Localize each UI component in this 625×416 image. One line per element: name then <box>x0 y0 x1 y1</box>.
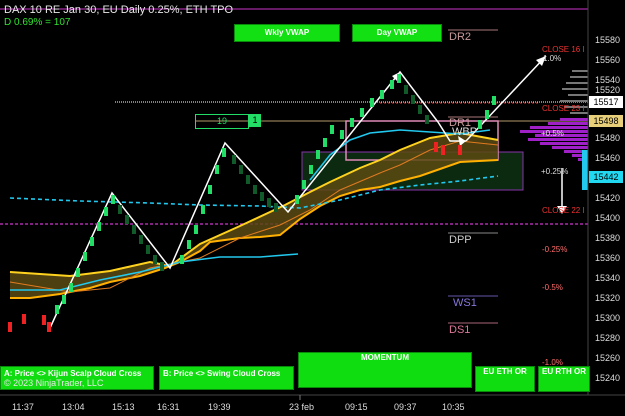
counter-side: 1 <box>249 114 261 127</box>
close22-label: CLOSE 22 I <box>542 206 585 215</box>
level-dr2: DR2 <box>449 31 472 43</box>
swing-cloud-cross-button[interactable]: B: Price <> Swing Cloud Cross <box>159 366 294 390</box>
level-wbp: WBP <box>452 126 478 138</box>
price-tick: 15420 <box>595 193 621 203</box>
price-tick: 15360 <box>595 253 621 263</box>
price-tick: 15460 <box>595 153 621 163</box>
price-tick: 15320 <box>595 293 621 303</box>
pct-plus-0-25: +0.25% <box>541 167 569 176</box>
time-tick: 11:37 <box>12 402 34 412</box>
time-tick: 09:15 <box>345 402 368 412</box>
wkly-vwap-button[interactable]: Wkly VWAP <box>234 24 340 42</box>
time-tick: 15:13 <box>112 402 135 412</box>
price-tick: 15280 <box>595 333 621 343</box>
level-ds1: DS1 <box>449 324 471 336</box>
pct-1-0: 1.0% <box>543 54 562 63</box>
time-tick: 10:35 <box>442 402 465 412</box>
close-mid-label: CLOSE 23 I <box>542 104 585 113</box>
price-tick: 15240 <box>595 373 621 383</box>
price-tick: 15520 <box>595 85 621 95</box>
level-ws1: WS1 <box>453 297 477 309</box>
day-vwap-button[interactable]: Day VWAP <box>352 24 442 42</box>
yellow-price-marker: 15498 <box>589 115 623 127</box>
pct-minus-0-5: -0.5% <box>542 283 563 292</box>
eu-eth-or-button[interactable]: EU ETH OR <box>475 366 535 392</box>
time-tick: 19:39 <box>208 402 231 412</box>
cyan-price-marker: 15442 <box>589 171 623 183</box>
daily-change: D 0.69% = 107 <box>4 17 71 28</box>
pct-plus-0-5: +0.5% <box>541 129 564 138</box>
price-tick: 15560 <box>595 55 621 65</box>
time-tick: 09:37 <box>394 402 417 412</box>
price-tick: 15540 <box>595 75 621 85</box>
price-tick: 15580 <box>595 35 621 45</box>
current-price-marker: 15517 <box>589 96 623 108</box>
close16-label: CLOSE 16 I <box>542 45 585 54</box>
chart-title: DAX 10 RE Jan 30, EU Daily 0.25%, ETH TP… <box>4 4 234 16</box>
price-tick: 15260 <box>595 353 621 363</box>
swing-cloud-cross-label: B: Price <> Swing Cloud Cross <box>163 369 281 378</box>
counter-box: 19 <box>195 114 249 129</box>
pct-minus-0-25: -0.25% <box>542 245 568 254</box>
price-tick: 15340 <box>595 273 621 283</box>
copyright-text: © 2023 NinjaTrader, LLC <box>4 378 104 388</box>
time-tick: 16:31 <box>157 402 180 412</box>
price-tick: 15400 <box>595 213 621 223</box>
time-tick: 13:04 <box>62 402 85 412</box>
price-tick: 15380 <box>595 233 621 243</box>
price-tick: 15480 <box>595 133 621 143</box>
time-tick: 23 feb <box>289 402 315 412</box>
momentum-button[interactable]: MOMENTUM <box>298 352 472 388</box>
level-dpp: DPP <box>449 234 472 246</box>
eu-rth-or-button[interactable]: EU RTH OR <box>538 366 590 392</box>
price-tick: 15300 <box>595 313 621 323</box>
